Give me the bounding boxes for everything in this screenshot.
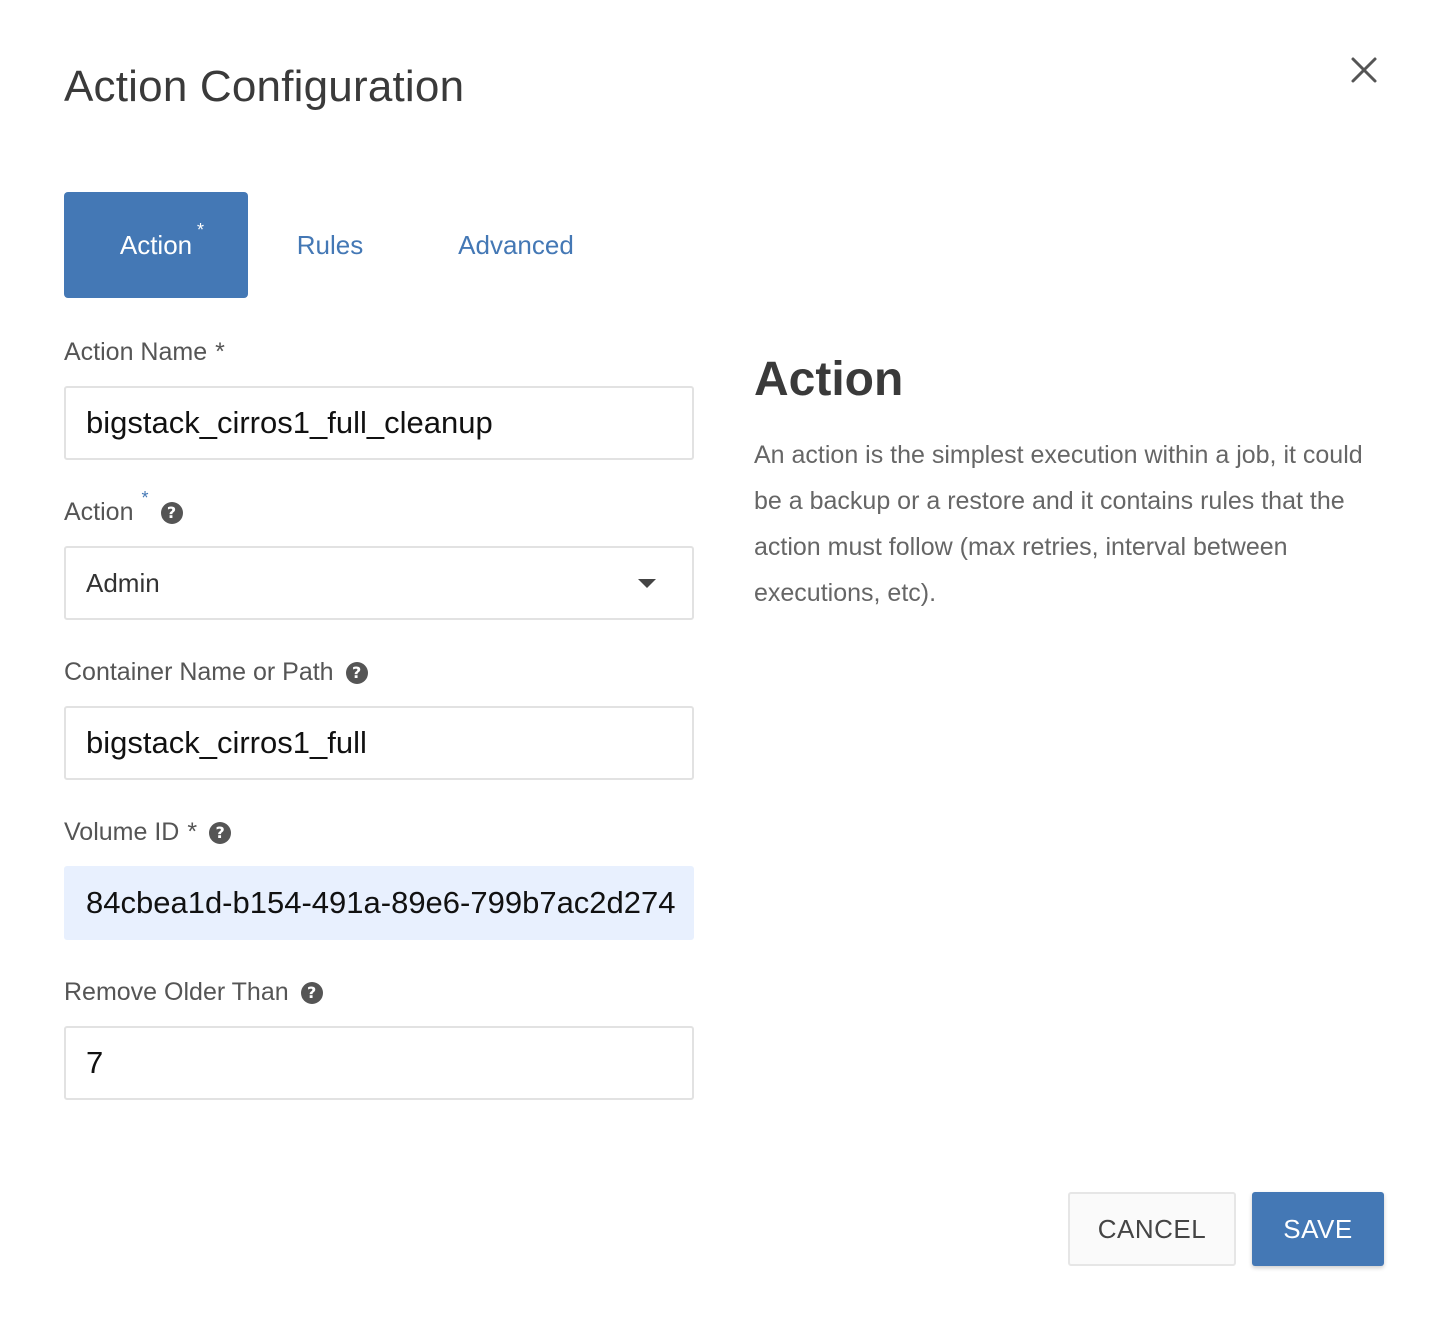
save-button[interactable]: SAVE bbox=[1252, 1192, 1384, 1266]
volume-id-input[interactable]: 84cbea1d-b154-491a-89e6-799b7ac2d274 bbox=[64, 866, 694, 940]
chevron-down-icon bbox=[638, 578, 656, 588]
remove-older-than-label-text: Remove Older Than bbox=[64, 978, 289, 1006]
tab-action-label: Action bbox=[119, 229, 193, 260]
container-value: bigstack_cirros1_full bbox=[86, 725, 367, 760]
remove-older-than-label: Remove Older Than ? bbox=[64, 978, 323, 1007]
cancel-button[interactable]: CANCEL bbox=[1068, 1192, 1236, 1266]
action-select-value: Admin bbox=[86, 567, 160, 598]
action-select[interactable]: Admin bbox=[64, 546, 694, 620]
tab-rules-label: Rules bbox=[296, 229, 364, 260]
tab-advanced-label: Advanced bbox=[458, 229, 574, 260]
container-label-text: Container Name or Path bbox=[64, 658, 334, 686]
action-help-icon[interactable]: ? bbox=[160, 501, 183, 524]
action-select-label-text: Action bbox=[64, 498, 134, 526]
volume-id-label: Volume ID * ? bbox=[64, 818, 232, 847]
side-panel-title: Action bbox=[754, 353, 904, 406]
container-label: Container Name or Path ? bbox=[64, 658, 368, 687]
container-input[interactable]: bigstack_cirros1_full bbox=[64, 706, 694, 780]
volume-id-value: 84cbea1d-b154-491a-89e6-799b7ac2d274 bbox=[86, 885, 676, 920]
close-icon bbox=[1351, 57, 1377, 83]
tab-action[interactable]: Action * bbox=[64, 192, 248, 298]
action-select-label: Action * ? bbox=[64, 488, 183, 527]
action-configuration-dialog: Action Configuration Action * Rules Adva… bbox=[0, 0, 1444, 1336]
action-select-required-marker: * bbox=[141, 488, 149, 508]
container-help-icon[interactable]: ? bbox=[345, 661, 368, 684]
tab-rules[interactable]: Rules bbox=[248, 192, 412, 298]
action-name-required-marker: * bbox=[215, 338, 225, 366]
remove-older-than-value: 7 bbox=[86, 1045, 104, 1080]
action-name-value: bigstack_cirros1_full_cleanup bbox=[86, 405, 493, 440]
remove-older-than-input[interactable]: 7 bbox=[64, 1026, 694, 1100]
action-name-label: Action Name * bbox=[64, 338, 225, 367]
action-name-label-text: Action Name bbox=[64, 338, 208, 366]
remove-older-than-help-icon[interactable]: ? bbox=[300, 981, 323, 1004]
volume-id-help-icon[interactable]: ? bbox=[209, 821, 232, 844]
tab-advanced[interactable]: Advanced bbox=[416, 192, 616, 298]
tab-bar: Action * Rules Advanced bbox=[64, 192, 616, 298]
volume-id-label-text: Volume ID bbox=[64, 818, 180, 846]
close-button[interactable] bbox=[1344, 50, 1384, 90]
volume-id-required-marker: * bbox=[187, 818, 198, 846]
action-name-input[interactable]: bigstack_cirros1_full_cleanup bbox=[64, 386, 694, 460]
dialog-title: Action Configuration bbox=[64, 62, 465, 111]
side-panel-description: An action is the simplest execution with… bbox=[754, 441, 1363, 607]
tab-action-required-marker: * bbox=[196, 220, 204, 240]
